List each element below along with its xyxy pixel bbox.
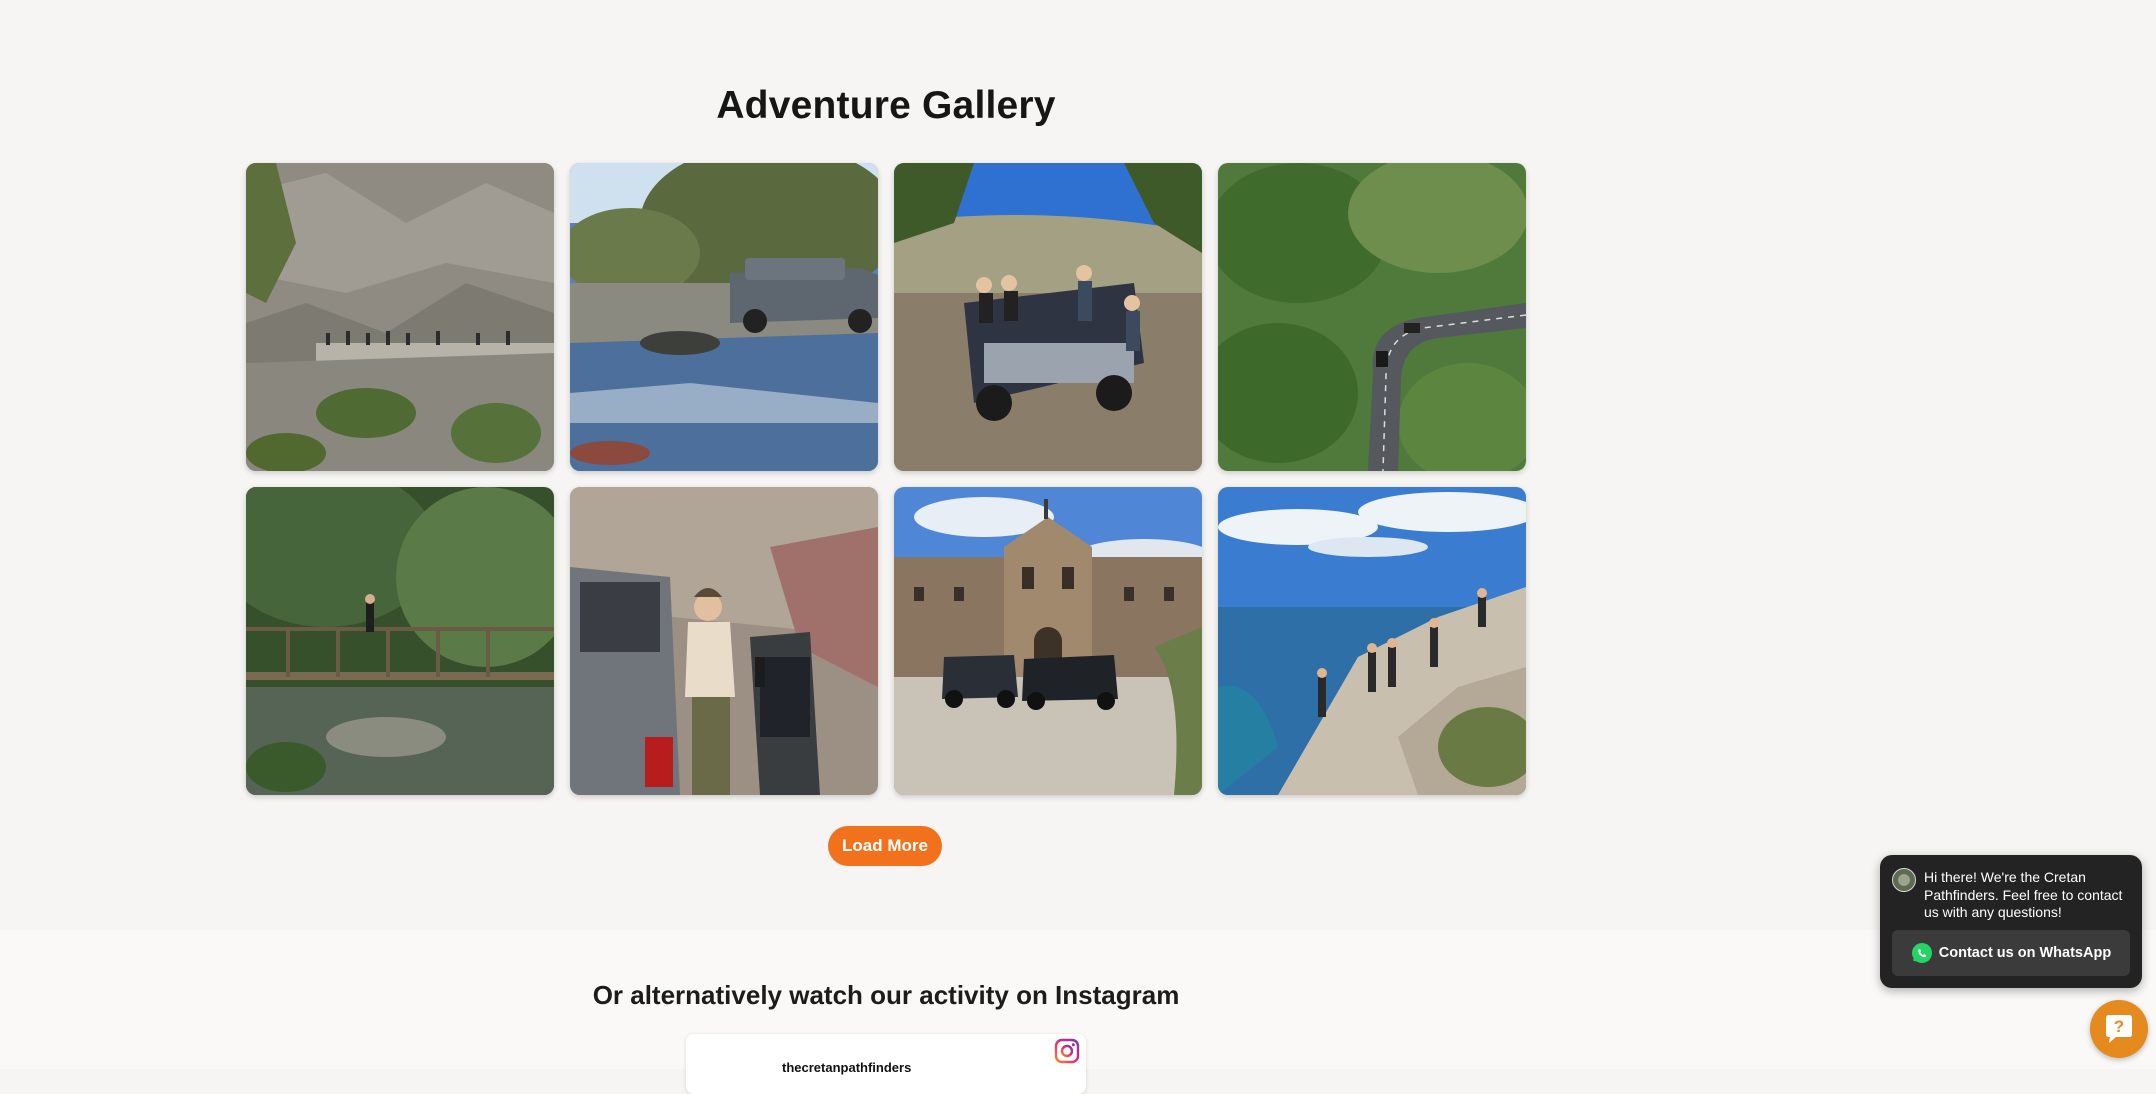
gallery-title: Adventure Gallery	[716, 84, 1056, 127]
whatsapp-button-label: Contact us on WhatsApp	[1938, 945, 2112, 961]
gallery-photo-river-crossing[interactable]	[570, 163, 878, 471]
gallery-photo-woman-by-suv[interactable]	[570, 487, 878, 795]
instagram-heading: Or alternatively watch our activity on I…	[592, 980, 1180, 1010]
gallery-photo-forest-bridge[interactable]	[246, 487, 554, 795]
gallery-photo-winding-road[interactable]	[1218, 163, 1526, 471]
instagram-handle[interactable]: thecretanpathfinders	[782, 1060, 911, 1075]
gallery-photo-group-with-suv[interactable]	[894, 163, 1202, 471]
chat-popup: Hi there! We're the Cretan Pathfinders. …	[1880, 855, 2142, 988]
load-more-button[interactable]: Load More	[828, 826, 942, 866]
question-chat-icon: ?	[2106, 1015, 2132, 1043]
gallery-photo-coastal-cliff[interactable]	[1218, 487, 1526, 795]
instagram-section: Or alternatively watch our activity on I…	[0, 930, 2156, 1094]
chat-message: Hi there! We're the Cretan Pathfinders. …	[1924, 869, 2123, 920]
whatsapp-icon	[1911, 942, 1933, 964]
gallery-section: Adventure Gallery Load More	[0, 0, 2156, 930]
whatsapp-contact-button[interactable]: Contact us on WhatsApp	[1892, 930, 2130, 976]
instagram-icon[interactable]	[1054, 1038, 1080, 1064]
svg-text:?: ?	[2114, 1017, 2124, 1036]
brand-avatar-icon	[1892, 868, 1916, 892]
instagram-embed-card[interactable]: thecretanpathfinders	[686, 1034, 1086, 1094]
gallery-photo-monastery[interactable]	[894, 487, 1202, 795]
gallery-photo-mountain-gorge[interactable]	[246, 163, 554, 471]
help-chat-toggle-button[interactable]: ?	[2090, 1000, 2148, 1058]
